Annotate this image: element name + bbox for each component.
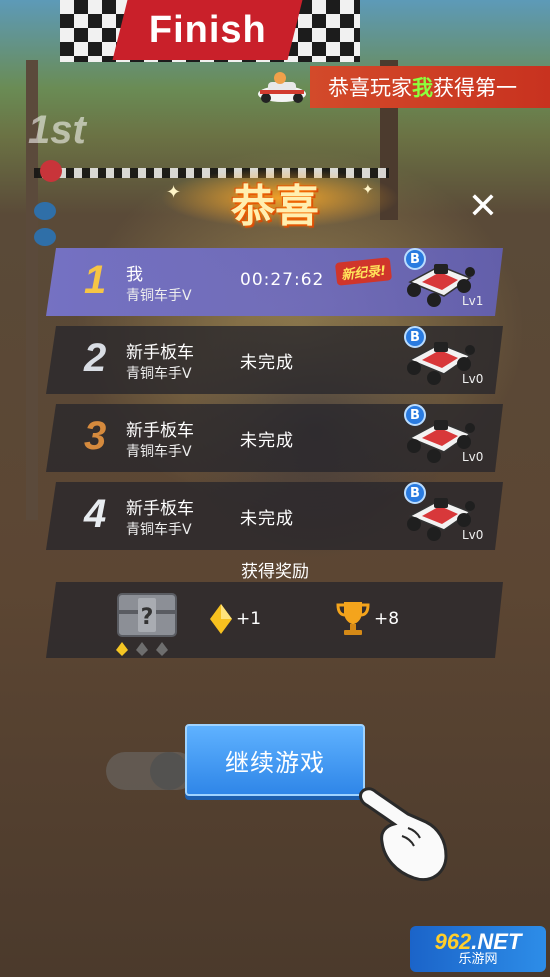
rank-number: 1 bbox=[84, 258, 107, 302]
rank-number: 3 bbox=[84, 414, 107, 458]
player-title: 青铜车手V bbox=[126, 444, 192, 460]
svg-text:?: ? bbox=[141, 605, 154, 630]
car-grade-badge: B bbox=[404, 482, 426, 504]
car-grade-badge: B bbox=[404, 248, 426, 270]
watermark-number: 962 bbox=[434, 928, 472, 954]
close-button[interactable]: ✕ bbox=[466, 189, 500, 225]
site-watermark: 962.NET 乐游网 bbox=[410, 926, 546, 972]
pointing-hand-icon bbox=[359, 787, 448, 881]
blue-balloon-icon bbox=[34, 228, 56, 246]
car-grade-badge: B bbox=[404, 404, 426, 426]
broadcast-banner: 恭喜玩家我获得第一 bbox=[310, 66, 550, 108]
gem-reward-count: +1 bbox=[236, 609, 262, 629]
ranking-row: 4 新手板车青铜车手V 未完成 B Lv0 bbox=[46, 482, 503, 550]
finish-text: Finish bbox=[148, 8, 267, 51]
car-level: Lv1 bbox=[462, 294, 484, 308]
red-balloon-icon bbox=[40, 160, 62, 182]
race-result: 未完成 bbox=[240, 431, 294, 451]
broadcast-suffix: 获得第一 bbox=[433, 76, 517, 100]
car-level: Lv0 bbox=[462, 372, 484, 386]
blue-balloon-icon bbox=[34, 202, 56, 220]
broadcast-prefix: 恭喜玩家 bbox=[328, 76, 412, 100]
first-place-mark: 1st bbox=[28, 108, 86, 152]
car-level: Lv0 bbox=[462, 450, 484, 464]
watermark-domain: .NET bbox=[471, 928, 522, 954]
rank-number: 2 bbox=[84, 336, 107, 380]
watermark-site-name: 乐游网 bbox=[458, 951, 498, 967]
race-result: 00:27:62 bbox=[240, 270, 325, 290]
player-name: 我 bbox=[126, 265, 143, 285]
race-result: 未完成 bbox=[240, 353, 294, 373]
player-name: 新手板车 bbox=[126, 343, 194, 363]
car-grade-badge: B bbox=[404, 326, 426, 348]
race-result: 未完成 bbox=[240, 509, 294, 529]
trophy-icon bbox=[336, 600, 370, 636]
ranking-row: 1 我青铜车手V 00:27:62 新纪录! B Lv1 bbox=[46, 248, 503, 316]
broadcast-player-name: 我 bbox=[412, 76, 433, 100]
sparkle-icon: ✦ bbox=[362, 182, 374, 198]
player-name: 新手板车 bbox=[126, 499, 194, 519]
kart-icon bbox=[258, 72, 306, 103]
continue-game-button[interactable]: 继续游戏 bbox=[185, 724, 365, 796]
gem-icon bbox=[210, 604, 232, 634]
player-title: 青铜车手V bbox=[126, 522, 192, 538]
player-name: 新手板车 bbox=[126, 421, 194, 441]
sparkle-icon: ✦ bbox=[166, 182, 182, 203]
new-record-badge: 新纪录! bbox=[335, 257, 392, 286]
player-title: 青铜车手V bbox=[126, 288, 192, 304]
finish-sign: Finish bbox=[112, 0, 303, 60]
rewards-title: 获得奖励 bbox=[241, 562, 309, 582]
paw-icon bbox=[150, 752, 188, 790]
rank-number: 4 bbox=[84, 492, 107, 536]
mystery-chest-icon: ? bbox=[112, 588, 182, 656]
rewards-panel: ? +1 +8 bbox=[46, 582, 503, 658]
player-title: 青铜车手V bbox=[126, 366, 192, 382]
trophy-reward-count: +8 bbox=[374, 609, 400, 629]
dialog-title: 恭喜 bbox=[231, 181, 319, 232]
car-level: Lv0 bbox=[462, 528, 484, 542]
ranking-row: 3 新手板车青铜车手V 未完成 B Lv0 bbox=[46, 404, 503, 472]
ranking-row: 2 新手板车青铜车手V 未完成 B Lv0 bbox=[46, 326, 503, 394]
